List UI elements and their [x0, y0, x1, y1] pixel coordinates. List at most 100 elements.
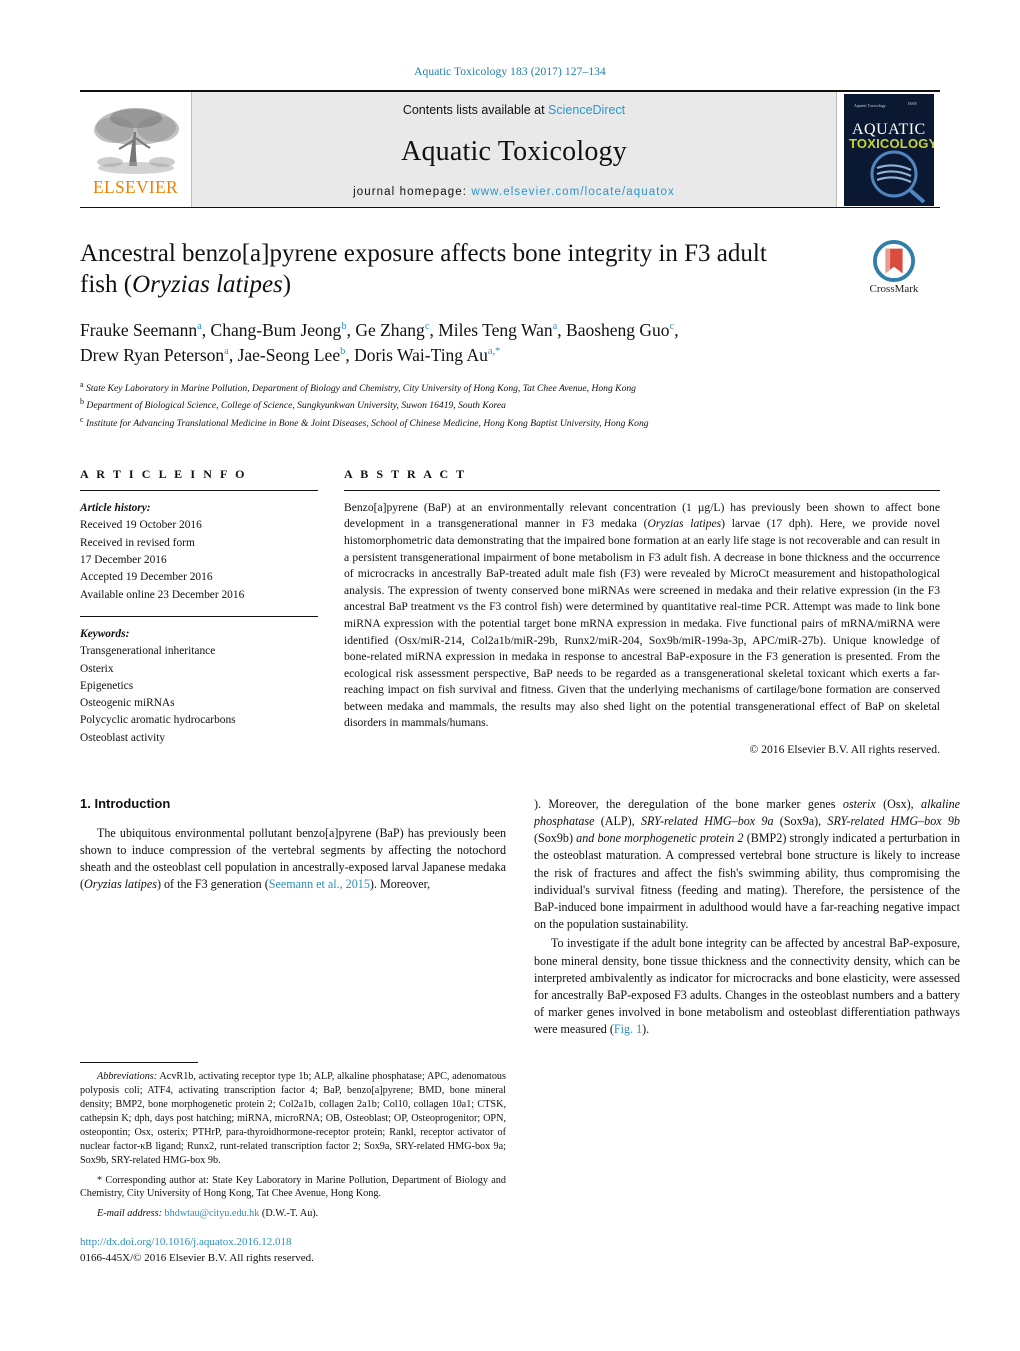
journal-title: Aquatic Toxicology — [401, 135, 627, 167]
crossmark-badge[interactable]: CrossMark — [846, 240, 942, 295]
crossmark-icon — [873, 240, 915, 282]
t5: (BMP2) strongly indicated a perturbation… — [534, 831, 960, 932]
journal-masthead: ELSEVIER Contents lists available at Sci… — [80, 90, 940, 208]
t1: (Osx), — [875, 796, 922, 811]
author[interactable]: Miles Teng Wana — [438, 320, 557, 340]
t2: (ALP), — [594, 814, 641, 829]
history-line: Accepted 19 December 2016 — [80, 571, 213, 584]
author-name: Frauke Seemann — [80, 320, 198, 340]
homepage-prefix: journal homepage: — [353, 186, 472, 198]
affiliation: b Department of Biological Science, Coll… — [80, 396, 940, 413]
author[interactable]: Chang-Bum Jeongb — [211, 320, 347, 340]
history-line: Received 19 October 2016 — [80, 519, 202, 532]
article-info-column: A R T I C L E I N F O Article history: R… — [80, 467, 318, 756]
affiliation: a State Key Laboratory in Marine Polluti… — [80, 379, 940, 396]
author[interactable]: Frauke Seemanna — [80, 320, 202, 340]
article-info-heading: A R T I C L E I N F O — [80, 466, 248, 481]
intro-p2-pre: To investigate if the adult bone integri… — [534, 936, 960, 1037]
affiliation: c Institute for Advancing Translational … — [80, 414, 940, 431]
author[interactable]: Doris Wai-Ting Aua,* — [354, 345, 500, 365]
figure-reference-link[interactable]: Fig. 1 — [614, 1022, 642, 1036]
abbreviations-label: Abbreviations: — [97, 1071, 158, 1083]
author-list: Frauke Seemanna, Chang-Bum Jeongb, Ge Zh… — [80, 320, 679, 366]
masthead-center: Contents lists available at ScienceDirec… — [192, 92, 836, 207]
keywords-label: Keywords: — [80, 627, 130, 640]
author-name: Ge Zhang — [355, 320, 425, 340]
svg-text:Aquatic Toxicology: Aquatic Toxicology — [854, 103, 886, 108]
keyword-item: Transgenerational inheritance — [80, 645, 216, 658]
author[interactable]: Baosheng Guoc — [566, 320, 674, 340]
title-line-2-post: ) — [282, 271, 292, 298]
copyright-line: © 2016 Elsevier B.V. All rights reserved… — [749, 742, 940, 756]
intro-p1-mid: ) of the F3 generation ( — [156, 877, 269, 892]
crossmark-label: CrossMark — [869, 283, 919, 295]
title-line-2-pre: fish ( — [80, 271, 133, 298]
section-heading-introduction: 1. Introduction — [80, 795, 171, 811]
author-name: Jae-Seong Lee — [237, 345, 341, 366]
title-block: CrossMark Ancestral benzo[a]pyrene expos… — [80, 238, 940, 431]
affiliation-text: Institute for Advancing Translational Me… — [85, 417, 649, 429]
intro-paragraph-1-right: ). Moreover, the deregulation of the bon… — [534, 796, 960, 933]
gene-sox9a: SRY-related HMG–box 9a — [640, 814, 774, 829]
keyword-item: Osteogenic miRNAs — [80, 697, 175, 710]
author-affil-marker: a,* — [487, 346, 501, 358]
divider — [80, 489, 318, 491]
contents-prefix: Contents lists available at — [402, 103, 549, 117]
author[interactable]: Ge Zhangc — [355, 320, 429, 340]
author-affil-marker: a — [552, 321, 558, 333]
author-affil-marker: c — [424, 321, 430, 333]
abstract-body: Benzo[a]pyrene (BaP) at an environmental… — [344, 500, 940, 732]
intro-p2-post: ). — [642, 1022, 650, 1037]
divider — [344, 489, 940, 491]
author-affil-marker: b — [340, 346, 346, 358]
author-name: Miles Teng Wan — [438, 320, 553, 340]
running-head: Aquatic Toxicology 183 (2017) 127–134 — [414, 66, 606, 78]
author-affil-marker: b — [341, 321, 347, 333]
author[interactable]: Jae-Seong Leeb — [238, 345, 346, 365]
elsevier-wordmark: ELSEVIER — [92, 176, 179, 197]
affiliation-marker: c — [80, 414, 84, 424]
intro-paragraph-1-left: The ubiquitous environmental pollutant b… — [80, 825, 506, 894]
author-name: Baosheng Guo — [566, 320, 670, 340]
author-affil-marker: a — [224, 346, 229, 358]
history-line: Available online 23 December 2016 — [80, 588, 245, 601]
homepage-line: journal homepage: www.elsevier.com/locat… — [353, 186, 675, 198]
divider — [80, 615, 318, 617]
email-footnote: E-mail address: bhdwtau@cityu.edu.hk (D.… — [80, 1207, 506, 1221]
author-affil-marker: a — [197, 321, 202, 333]
abstract-part-2: ) larvae (17 dph). Here, we provide nove… — [344, 517, 941, 730]
left-column: 1. Introduction The ubiquitous environme… — [80, 796, 506, 1266]
keyword-item: Osteoblast activity — [80, 731, 166, 744]
citation-link[interactable]: Seemann et al., 2015 — [269, 877, 370, 891]
email-suffix: (D.W.-T. Au). — [259, 1208, 319, 1220]
t4: (Sox9b) — [534, 831, 577, 846]
corresponding-author-footnote: * Corresponding author at: State Key Lab… — [80, 1174, 506, 1200]
abbreviations-footnote: Abbreviations: AcvR1b, activating recept… — [80, 1070, 506, 1167]
affiliation-marker: b — [80, 397, 84, 407]
email-link[interactable]: bhdwtau@cityu.edu.hk — [162, 1208, 260, 1219]
email-label: E-mail address: — [97, 1208, 162, 1220]
abbreviations-text: AcvR1b, activating receptor type 1b; ALP… — [80, 1071, 506, 1166]
abstract-heading: A B S T R A C T — [344, 466, 467, 481]
homepage-url-link[interactable]: www.elsevier.com/locate/aquatox — [471, 186, 675, 198]
sciencedirect-link[interactable]: ScienceDirect — [548, 103, 625, 117]
author[interactable]: Drew Ryan Petersona — [80, 345, 229, 365]
author-name: Doris Wai-Ting Au — [354, 345, 488, 366]
gene-osterix: osterix — [842, 796, 876, 811]
contents-line: Contents lists available at ScienceDirec… — [403, 103, 625, 117]
affiliation-text: State Key Laboratory in Marine Pollution… — [85, 382, 636, 394]
author-affil-marker: c — [669, 321, 675, 333]
article-history-label: Article history: — [80, 501, 151, 514]
gene-sox9b: SRY-related HMG–box 9b — [827, 814, 960, 829]
journal-cover-image: Aquatic Toxicology ISSN AQUATIC TOXICOLO… — [843, 93, 934, 206]
intro-p1-post: ). Moreover, the deregulation of the bon… — [534, 796, 843, 811]
history-line: Received in revised form — [80, 536, 195, 549]
intro-p1-post-start: ). Moreover, — [369, 877, 431, 892]
t3: (Sox9a), — [773, 814, 828, 829]
doi-link[interactable]: http://dx.doi.org/10.1016/j.aquatox.2016… — [80, 1235, 506, 1250]
elsevier-logo: ELSEVIER — [80, 92, 192, 207]
title-line-1: Ancestral benzo[a]pyrene exposure affect… — [80, 240, 767, 267]
affiliation-text: Department of Biological Science, Colleg… — [86, 400, 506, 412]
gene-bmp2: and bone morphogenetic protein 2 — [576, 831, 744, 846]
author-name: Drew Ryan Peterson — [80, 345, 225, 366]
